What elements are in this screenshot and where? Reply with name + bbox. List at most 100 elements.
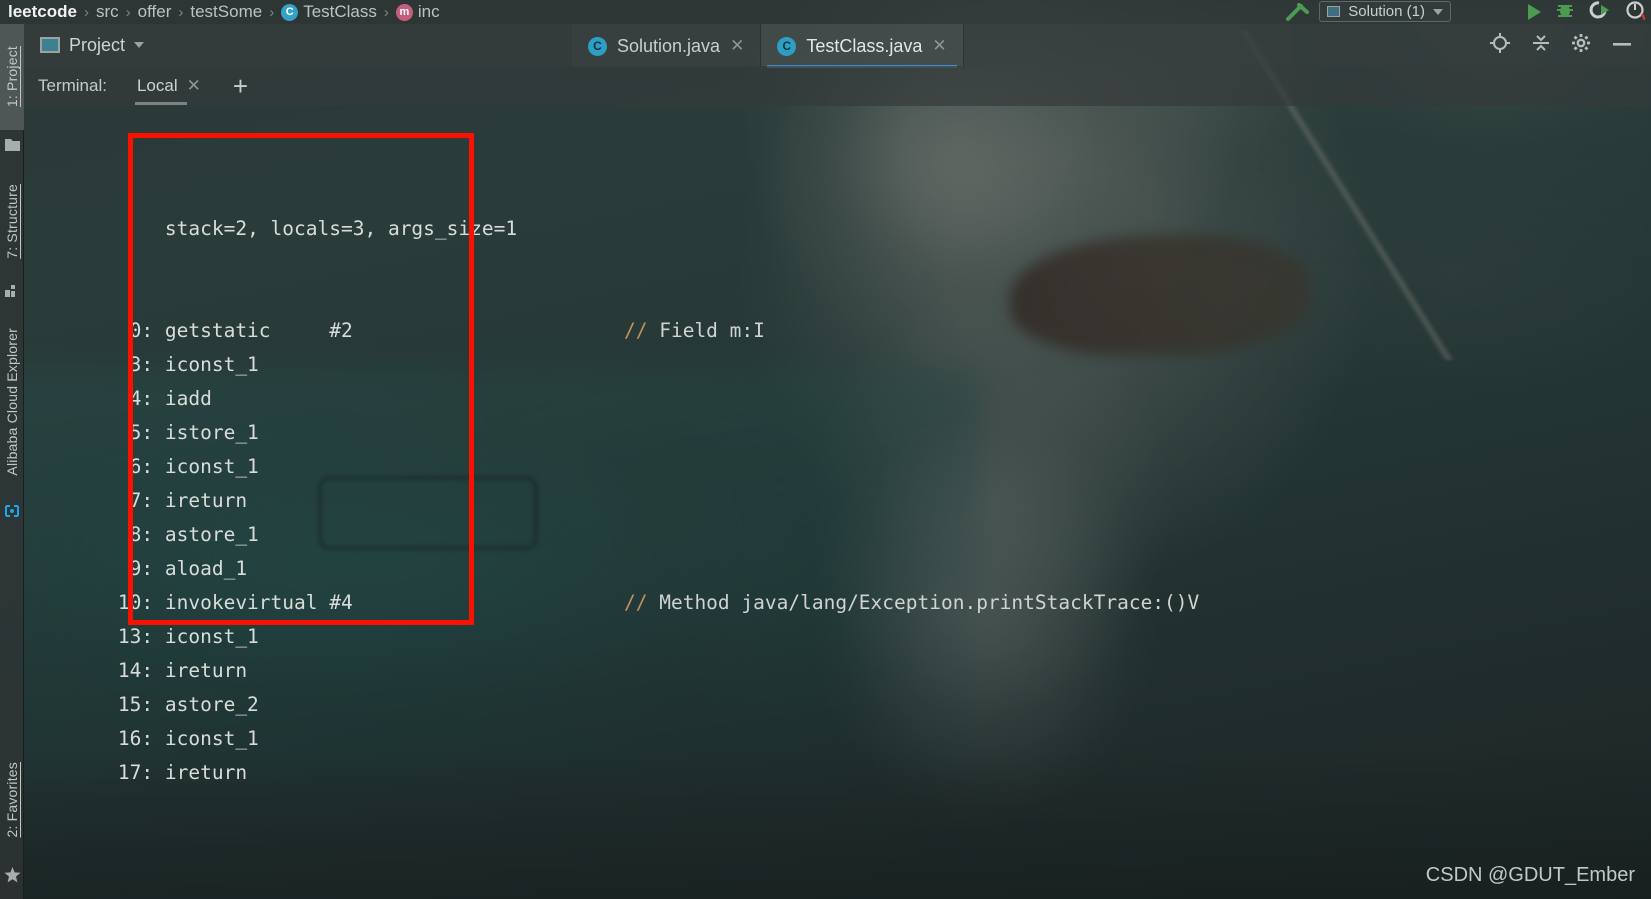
bytecode-instruction-row: 8: astore_1 <box>24 518 1651 552</box>
method-m-icon: m <box>395 3 413 21</box>
bytecode-comment: // Method java/lang/Exception.printStack… <box>624 591 1200 614</box>
terminal-tab-label: Local <box>136 76 178 95</box>
hide-minimize-icon[interactable] <box>1611 36 1633 54</box>
project-panel-icon <box>40 37 60 53</box>
bytecode-instruction-row: 5: istore_1 <box>24 416 1651 450</box>
left-tool-rail: 1: Project 7: Structure Alibaba Cloud Ex… <box>0 24 24 899</box>
code-frame-info: stack=2, locals=3, args_size=1 <box>94 217 518 240</box>
breadcrumb-item-leetcode[interactable]: leetcode <box>8 2 77 22</box>
bytecode-instruction-row: 10: invokevirtual #4 // Method java/lang/… <box>24 586 1651 620</box>
bytecode-instruction-text: 6: iconst_1 <box>24 455 259 478</box>
settings-gear-icon[interactable] <box>1571 33 1591 58</box>
breadcrumb-separator: › <box>383 3 389 21</box>
bytecode-instruction-row: 14: ireturn <box>24 654 1651 688</box>
locate-icon[interactable] <box>1489 32 1511 59</box>
bytecode-instruction-text: 13: iconst_1 <box>24 625 259 648</box>
breadcrumb-label: src <box>95 2 119 21</box>
java-class-icon: C <box>777 36 797 56</box>
bytecode-instruction-text: 15: astore_2 <box>24 693 259 716</box>
class-c-icon: C <box>281 3 299 21</box>
sidebar-item-label: 1: Project <box>4 46 20 108</box>
add-tab-icon[interactable]: + <box>233 73 248 99</box>
breadcrumb-label: inc <box>417 2 440 21</box>
bytecode-instruction-text: 0: getstatic #2 <box>24 319 353 342</box>
structure-icon <box>0 278 24 304</box>
close-icon[interactable]: ✕ <box>932 36 946 56</box>
cloud-explorer-icon <box>0 498 24 524</box>
bytecode-comment: // Field m:I <box>624 319 765 342</box>
java-class-runnable-icon: C <box>588 36 607 56</box>
sidebar-item-label: Alibaba Cloud Explorer <box>4 328 20 476</box>
run-toolbar <box>1528 0 1647 25</box>
tool-window-actions <box>1489 32 1651 59</box>
close-icon[interactable]: ✕ <box>730 36 744 56</box>
breadcrumb-item-src[interactable]: src <box>96 2 119 22</box>
bytecode-instruction-text: 7: ireturn <box>24 489 248 512</box>
run-config-icon <box>1327 6 1341 17</box>
bytecode-instruction-list: 0: getstatic #2// Field m:I 3: iconst_1 … <box>24 314 1651 790</box>
profiler-icon[interactable] <box>1625 0 1647 25</box>
run-with-coverage-icon[interactable] <box>1589 0 1611 25</box>
breadcrumb-separator: › <box>83 3 89 21</box>
breadcrumb-label: testSome <box>190 2 263 21</box>
run-configuration-selector[interactable]: Solution (1) <box>1319 1 1451 22</box>
bytecode-instruction-text: 16: iconst_1 <box>24 727 259 750</box>
terminal-tab-local[interactable]: Local ✕ <box>134 70 203 105</box>
sidebar-item-structure[interactable]: 7: Structure <box>0 164 24 278</box>
bytecode-instruction-row: 7: ireturn <box>24 484 1651 518</box>
chevron-down-icon[interactable] <box>1433 8 1443 15</box>
breadcrumb-label: TestClass <box>303 2 377 21</box>
bytecode-instruction-text: 14: ireturn <box>24 659 248 682</box>
bytecode-instruction-row: 6: iconst_1 <box>24 450 1651 484</box>
bytecode-instruction-row: 15: astore_2 <box>24 688 1651 722</box>
tab-label: Solution.java <box>617 35 721 56</box>
star-icon <box>0 861 24 889</box>
close-icon[interactable]: ✕ <box>187 76 201 96</box>
debug-bug-icon[interactable] <box>1555 0 1575 25</box>
breadcrumb-item-offer[interactable]: offer <box>138 2 172 22</box>
bytecode-instruction-row: 0: getstatic #2 // Field m:I <box>24 314 1651 348</box>
bytecode-instruction-text: 4: iadd <box>24 387 212 410</box>
bytecode-instruction-text: 3: iconst_1 <box>24 353 259 376</box>
terminal-label: Terminal: <box>38 76 107 95</box>
bytecode-instruction-text: 8: astore_1 <box>24 523 259 546</box>
sidebar-item-label: 7: Structure <box>4 183 20 259</box>
folder-icon <box>0 130 24 158</box>
ide-window: leetcode › src › offer › testSome › C Te… <box>0 0 1651 899</box>
terminal-tab-strip: Terminal: Local ✕ + <box>24 66 1651 106</box>
tab-testclass-java[interactable]: C TestClass.java ✕ <box>761 24 964 68</box>
terminal-line-stack-info: stack=2, locals=3, args_size=1 <box>24 178 1651 240</box>
bytecode-instruction-text: 5: istore_1 <box>24 421 259 444</box>
bytecode-instruction-row: 16: iconst_1 <box>24 722 1651 756</box>
run-config-label: Solution (1) <box>1348 3 1425 20</box>
breadcrumb-separator: › <box>269 3 275 21</box>
breadcrumb-item-testclass[interactable]: C TestClass <box>281 2 377 22</box>
breadcrumb-item-testsome[interactable]: testSome <box>190 2 262 22</box>
sidebar-item-alibaba-cloud-explorer[interactable]: Alibaba Cloud Explorer <box>0 306 24 498</box>
tab-solution-java[interactable]: C Solution.java ✕ <box>572 24 762 68</box>
collapse-all-icon[interactable] <box>1531 33 1551 58</box>
breadcrumb-separator: › <box>125 3 131 21</box>
bytecode-instruction-row: 4: iadd <box>24 382 1651 416</box>
breadcrumb-item-inc[interactable]: m inc <box>395 2 440 22</box>
editor-tabs: C Solution.java ✕ C TestClass.java ✕ <box>572 24 964 68</box>
run-play-icon[interactable] <box>1528 4 1541 20</box>
hammer-icon[interactable] <box>1285 2 1311 22</box>
bytecode-instruction-text: 10: invokevirtual #4 <box>24 591 353 614</box>
watermark: CSDN @GDUT_Ember <box>1425 864 1635 886</box>
bytecode-instruction-row: 13: iconst_1 <box>24 620 1651 654</box>
tab-label: TestClass.java <box>806 35 923 56</box>
sidebar-item-favorites[interactable]: 2: Favorites <box>0 745 24 855</box>
breadcrumb-label: offer <box>137 2 172 21</box>
chevron-down-icon[interactable] <box>134 42 145 48</box>
exception-table-title: Exception table: <box>24 892 1651 899</box>
sidebar-item-project[interactable]: 1: Project <box>0 24 24 130</box>
terminal-output[interactable]: stack=2, locals=3, args_size=1 0: getsta… <box>24 106 1651 899</box>
project-panel-title[interactable]: Project <box>40 34 145 56</box>
bytecode-instruction-row: 17: ireturn <box>24 756 1651 790</box>
bytecode-instruction-row: 9: aload_1 <box>24 552 1651 586</box>
sidebar-item-label: 2: Favorites <box>4 762 20 838</box>
project-panel-label: Project <box>69 34 126 55</box>
bytecode-instruction-text: 17: ireturn <box>24 761 248 784</box>
bytecode-instruction-text: 9: aload_1 <box>24 557 248 580</box>
